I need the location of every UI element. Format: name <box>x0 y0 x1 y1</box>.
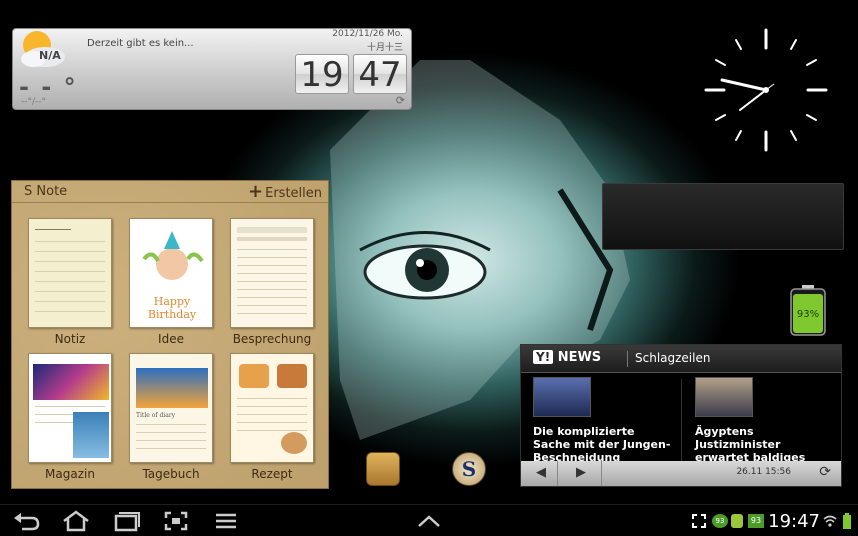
s-app-icon[interactable]: S <box>452 452 486 486</box>
snote-template-rezept[interactable]: Rezept <box>230 353 314 481</box>
template-preview: Title of diary <box>129 353 213 463</box>
snote-template-label: Besprechung <box>232 332 312 346</box>
empty-widget[interactable] <box>602 183 844 250</box>
menu-icon[interactable] <box>210 510 242 532</box>
weather-date: 2012/11/26 Mo. <box>332 29 403 39</box>
screenshot-icon[interactable] <box>160 510 192 532</box>
news-header: Y! NEWS Schlagzeilen <box>521 345 841 373</box>
news-logo: Y! NEWS <box>533 350 601 365</box>
android-icon <box>731 514 743 528</box>
snote-template-magazin[interactable]: Magazin <box>28 353 112 481</box>
news-footer: ◀ ▶ 26.11 15:56 ⟳ <box>521 461 841 486</box>
news-story[interactable]: Die komplizierte Sache mit der Jungen-Be… <box>521 377 671 463</box>
snote-header: S Note + Erstellen <box>12 181 328 203</box>
snote-app-icon[interactable] <box>366 452 400 486</box>
snote-create-button[interactable]: + Erstellen <box>248 181 322 202</box>
weather-lunar-date: 十月十三 <box>366 43 403 53</box>
snote-template-label: Idee <box>158 332 184 346</box>
snote-template-label: Tagebuch <box>142 467 200 481</box>
snote-template-label: Notiz <box>54 332 86 346</box>
battery-percent: 93% <box>797 309 819 320</box>
weather-condition: N/A <box>39 49 61 62</box>
weather-clock-widget[interactable]: N/A - - ° --°/--° Derzeit gibt es kein..… <box>12 28 412 110</box>
status-clock: 19:47 <box>768 511 820 532</box>
snote-template-notiz[interactable]: Notiz <box>28 218 112 346</box>
news-thumbnail <box>533 377 591 417</box>
flip-clock-hour: 19 <box>295 54 349 95</box>
weather-range: --°/--° <box>21 97 47 107</box>
snote-template-label: Magazin <box>45 467 95 481</box>
fullscreen-icon <box>692 514 706 528</box>
snote-create-label: Erstellen <box>265 186 322 201</box>
news-thumbnail <box>695 377 753 417</box>
battery-badge-icon: 93 <box>712 514 728 528</box>
analog-clock-widget[interactable] <box>704 28 828 152</box>
battery-badge-icon: 93 <box>748 514 764 528</box>
snote-template-besprechung[interactable]: Besprechung <box>230 218 314 346</box>
news-next-button[interactable]: ▶ <box>567 464 595 482</box>
snote-template-idee[interactable]: Happy Birthday Idee <box>129 218 213 346</box>
clock-hour-hand <box>720 78 768 92</box>
plus-icon: + <box>248 181 264 202</box>
clock-minute-hand <box>739 89 767 111</box>
battery-icon <box>843 513 851 529</box>
news-story[interactable]: Ägyptens Justizminister erwartet baldige… <box>683 377 833 463</box>
system-bar: 93 93 19:47 <box>0 504 858 536</box>
template-preview <box>28 218 112 328</box>
chevron-up-icon[interactable] <box>413 510 445 532</box>
recent-apps-icon[interactable] <box>110 510 142 532</box>
back-icon[interactable] <box>10 510 42 532</box>
template-preview <box>230 353 314 463</box>
snote-template-tagebuch[interactable]: Title of diary Tagebuch <box>129 353 213 481</box>
news-prev-button[interactable]: ◀ <box>527 464 555 482</box>
header-divider <box>627 351 628 367</box>
wifi-icon <box>823 515 837 527</box>
diary-title-text: Title of diary <box>136 412 176 419</box>
yahoo-logo-icon: Y! <box>533 350 554 364</box>
news-brand: NEWS <box>557 350 602 365</box>
weather-status: Derzeit gibt es kein... <box>87 38 194 49</box>
birthday-text: Happy Birthday <box>147 295 197 321</box>
news-divider <box>681 379 682 461</box>
snote-title: S Note <box>24 184 68 199</box>
refresh-icon[interactable]: ⟳ <box>396 94 405 107</box>
template-preview: Happy Birthday <box>129 218 213 328</box>
snote-template-label: Rezept <box>251 467 293 481</box>
template-preview <box>28 353 112 463</box>
news-timestamp: 26.11 15:56 <box>736 467 791 477</box>
news-refresh-icon[interactable]: ⟳ <box>819 464 831 480</box>
news-headline: Die komplizierte Sache mit der Jungen-Be… <box>533 425 671 463</box>
news-section: Schlagzeilen <box>635 351 711 365</box>
template-preview <box>230 218 314 328</box>
news-headline: Ägyptens Justizminister erwartet baldige… <box>695 425 806 463</box>
snote-widget: S Note + Erstellen Notiz Happy Birthday I… <box>11 180 329 489</box>
flip-clock-minute: 47 <box>353 54 407 95</box>
news-widget[interactable]: Y! NEWS Schlagzeilen Die komplizierte Sa… <box>520 344 842 487</box>
battery-widget[interactable]: 93% <box>788 285 828 337</box>
home-icon[interactable] <box>60 510 92 532</box>
